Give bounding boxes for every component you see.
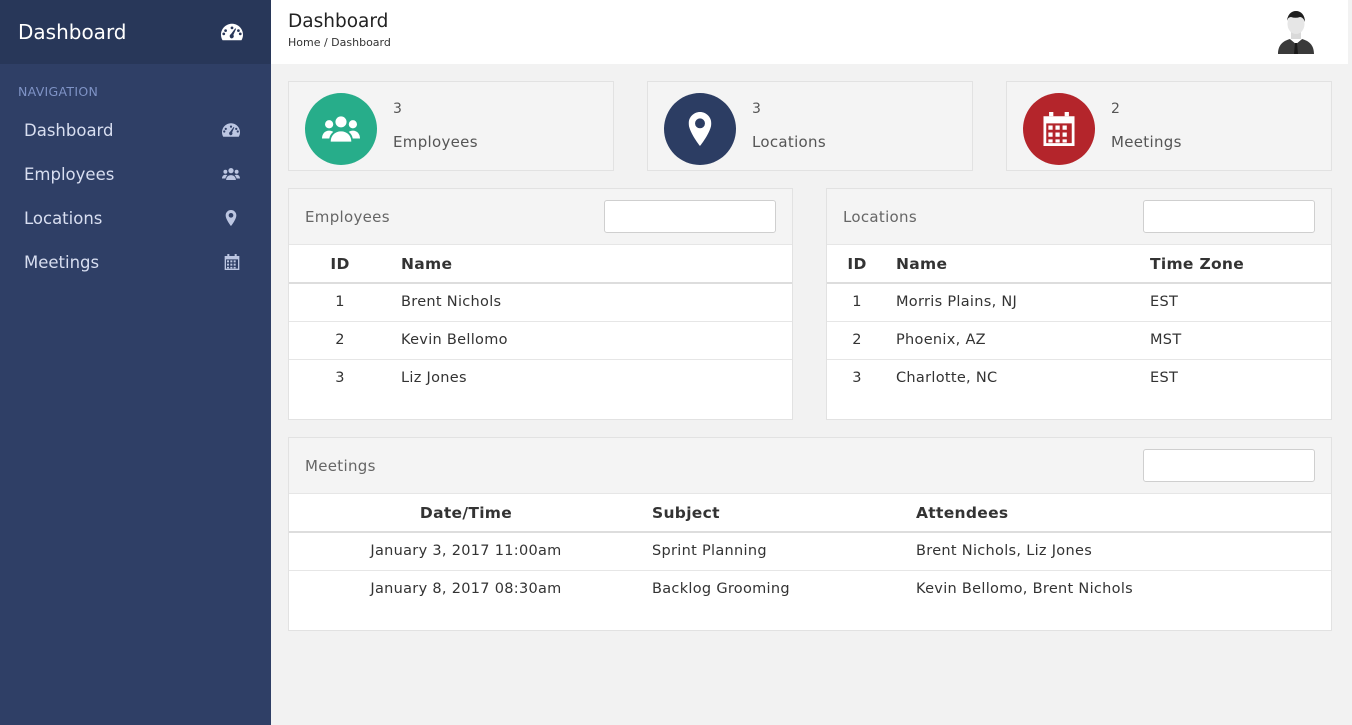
column-header-time-zone[interactable]: Time Zone — [1150, 245, 1331, 284]
column-header-name[interactable]: Name — [887, 245, 1150, 284]
sidebar: Dashboard NAVIGATION Dashboard Employees… — [0, 0, 271, 725]
column-header-attendees[interactable]: Attendees — [916, 494, 1331, 533]
table-row[interactable]: 3 Charlotte, NC EST — [827, 359, 1331, 397]
breadcrumb[interactable]: Home / Dashboard — [288, 36, 391, 49]
table-header-row: Date/Time Subject Attendees — [289, 494, 1331, 533]
page-title: Dashboard — [288, 11, 389, 32]
stat-label: Employees — [393, 133, 478, 151]
sidebar-item-meetings[interactable]: Meetings — [0, 240, 271, 284]
table-row[interactable]: 2 Kevin Bellomo — [289, 321, 792, 360]
cell-id: 1 — [289, 283, 391, 322]
panel-title: Meetings — [305, 457, 376, 475]
employees-search-input[interactable] — [604, 200, 776, 233]
cell-id: 3 — [852, 370, 862, 387]
cell-id: 1 — [827, 283, 887, 322]
dashboard-icon — [222, 122, 240, 138]
panel-header: Locations — [827, 189, 1331, 245]
users-icon — [322, 110, 360, 148]
table-header-row: ID Name Time Zone — [827, 245, 1331, 284]
stat-count: 3 — [752, 101, 761, 117]
sidebar-item-label: Dashboard — [24, 120, 114, 140]
column-header-date-time[interactable]: Date/Time — [289, 494, 643, 533]
meetings-search-input[interactable] — [1143, 449, 1315, 482]
sidebar-item-locations[interactable]: Locations — [0, 196, 271, 240]
table-header-row: ID Name — [289, 245, 792, 284]
cell-name: Liz Jones — [401, 370, 467, 387]
cell-name: Phoenix, AZ — [887, 321, 1150, 360]
table-row[interactable]: January 8, 2017 08:30am Backlog Grooming… — [289, 570, 1331, 608]
cell-attendees: Brent Nichols, Liz Jones — [916, 532, 1331, 571]
cell-subject: Backlog Grooming — [652, 581, 790, 598]
sidebar-item-dashboard[interactable]: Dashboard — [0, 108, 271, 152]
cell-name: Kevin Bellomo — [391, 321, 792, 360]
dashboard-icon — [221, 23, 243, 41]
calendar-icon — [224, 254, 240, 270]
table-row[interactable]: 1 Brent Nichols — [289, 283, 792, 322]
table-row[interactable]: 1 Morris Plains, NJ EST — [827, 283, 1331, 322]
sidebar-item-label: Employees — [24, 164, 115, 184]
cell-time-zone: EST — [1150, 370, 1179, 387]
column-header-id[interactable]: ID — [827, 245, 887, 284]
meetings-panel: Meetings Date/Time Subject Attendees Jan… — [288, 437, 1332, 631]
panel-title: Locations — [843, 208, 917, 226]
column-header-id[interactable]: ID — [289, 245, 391, 284]
cell-name: Brent Nichols — [391, 283, 792, 322]
avatar[interactable] — [1274, 8, 1318, 54]
cell-date-time: January 3, 2017 11:00am — [289, 532, 643, 571]
cell-name: Morris Plains, NJ — [887, 283, 1150, 322]
panel-title: Employees — [305, 208, 390, 226]
users-icon — [222, 166, 240, 182]
stat-label: Meetings — [1111, 133, 1182, 151]
map-pin-icon — [225, 210, 237, 226]
cell-subject: Sprint Planning — [643, 532, 916, 571]
column-header-subject[interactable]: Subject — [643, 494, 916, 533]
column-header-name[interactable]: Name — [391, 245, 792, 284]
brand-bar: Dashboard — [0, 0, 271, 64]
stat-label: Locations — [752, 133, 826, 151]
stat-card-meetings[interactable]: 2 Meetings — [1006, 81, 1332, 171]
sidebar-item-employees[interactable]: Employees — [0, 152, 271, 196]
locations-table: ID Name Time Zone 1 Morris Plains, NJ ES… — [827, 245, 1331, 397]
nav-heading: NAVIGATION — [18, 84, 99, 99]
panel-header: Employees — [289, 189, 792, 245]
stat-card-employees[interactable]: 3 Employees — [288, 81, 614, 171]
table-row[interactable]: January 3, 2017 11:00am Sprint Planning … — [289, 532, 1331, 571]
stat-icon-circle — [1023, 93, 1095, 165]
table-row[interactable]: 2 Phoenix, AZ MST — [827, 321, 1331, 360]
locations-panel: Locations ID Name Time Zone 1 Morris Pla… — [826, 188, 1332, 420]
employees-panel: Employees ID Name 1 Brent Nichols 2 Kevi… — [288, 188, 793, 420]
employees-table: ID Name 1 Brent Nichols 2 Kevin Bellomo … — [289, 245, 792, 397]
cell-name: Charlotte, NC — [896, 370, 998, 387]
cell-id: 2 — [289, 321, 391, 360]
stat-icon-circle — [305, 93, 377, 165]
map-pin-icon — [687, 112, 713, 146]
sidebar-item-label: Meetings — [24, 252, 100, 272]
table-row[interactable]: 3 Liz Jones — [289, 359, 792, 397]
panel-header: Meetings — [289, 438, 1331, 494]
cell-time-zone: EST — [1150, 283, 1331, 322]
cell-id: 2 — [827, 321, 887, 360]
cell-id: 3 — [335, 370, 345, 387]
stat-count: 2 — [1111, 101, 1120, 117]
cell-date-time: January 8, 2017 08:30am — [370, 581, 562, 598]
sidebar-item-label: Locations — [24, 208, 103, 228]
brand-title[interactable]: Dashboard — [18, 20, 127, 44]
stat-count: 3 — [393, 101, 402, 117]
cell-time-zone: MST — [1150, 321, 1331, 360]
stat-card-locations[interactable]: 3 Locations — [647, 81, 973, 171]
meetings-table: Date/Time Subject Attendees January 3, 2… — [289, 494, 1331, 608]
cell-attendees: Kevin Bellomo, Brent Nichols — [916, 581, 1134, 598]
calendar-icon — [1043, 112, 1075, 146]
top-header: Dashboard Home / Dashboard — [271, 0, 1348, 64]
stat-icon-circle — [664, 93, 736, 165]
locations-search-input[interactable] — [1143, 200, 1315, 233]
